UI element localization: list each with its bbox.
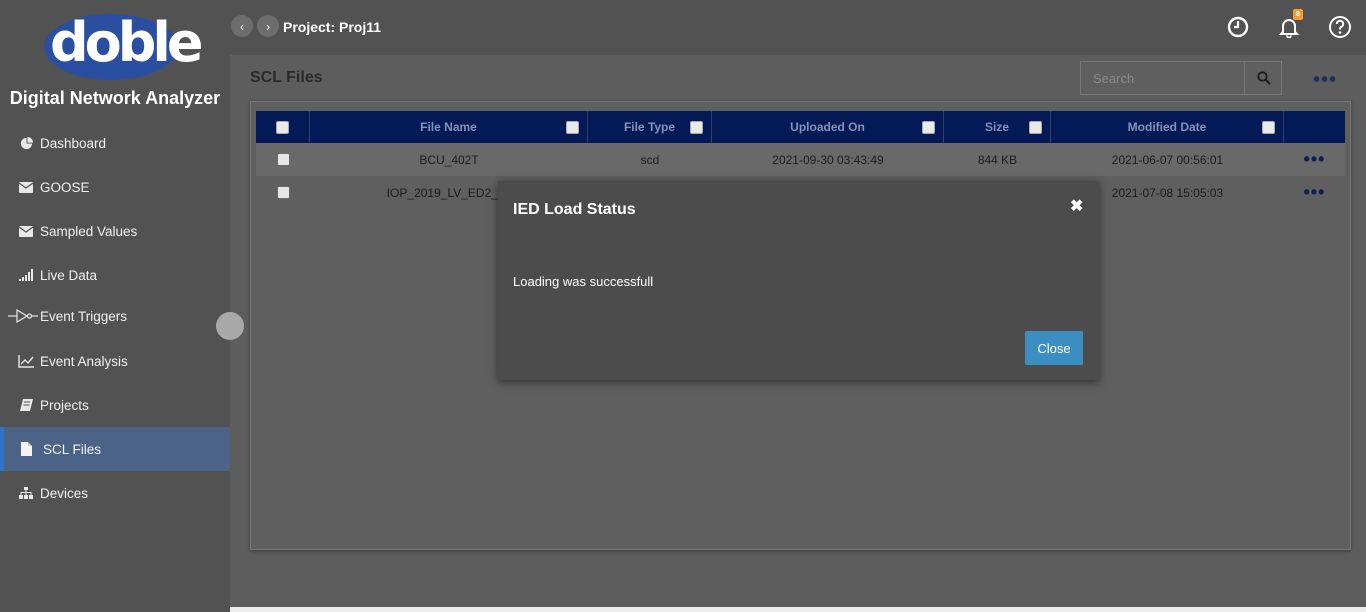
doble-logo: doble ® [44, 11, 204, 80]
sidebar-item-label: Live Data [40, 267, 98, 283]
sidebar-item-label: Devices [40, 485, 89, 501]
cell-modified-date: 2021-06-07 00:56:01 [1111, 152, 1224, 167]
sidebar-item-projects[interactable]: Projects [0, 383, 230, 427]
sidebar-item-sampled-values[interactable]: Sampled Values [0, 209, 230, 253]
search-box [1080, 61, 1282, 95]
book-icon [18, 397, 34, 413]
row-more-button[interactable]: ••• [1284, 176, 1345, 209]
cell-size: 844 KB [977, 152, 1018, 167]
column-checkbox[interactable] [1262, 121, 1275, 134]
sidebar-item-label: Event Analysis [40, 353, 128, 369]
column-header-label: Modified Date [1127, 120, 1207, 134]
sidebar-item-label: GOOSE [40, 179, 90, 195]
row-more-button[interactable]: ••• [1284, 143, 1345, 176]
cell-file-name: BCU_402T [419, 152, 479, 167]
column-header-size[interactable]: Size [944, 111, 1051, 143]
sidebar-drag-handle[interactable] [216, 312, 244, 340]
search-button[interactable] [1245, 62, 1282, 94]
cell-file-type: scd [640, 152, 660, 167]
history-button[interactable] [1225, 14, 1251, 40]
column-header-file-type[interactable]: File Type [588, 111, 712, 143]
search-input[interactable] [1081, 62, 1245, 94]
sidebar-item-label: SCL Files [43, 441, 102, 457]
column-checkbox[interactable] [566, 121, 579, 134]
trigger-gate-icon [8, 308, 38, 324]
logo-text: doble [50, 11, 204, 74]
close-icon[interactable]: ✖ [1070, 196, 1083, 216]
sitemap-icon [18, 485, 34, 501]
top-header: ‹ › Project: Proj11 8 [230, 0, 1366, 55]
sidebar-item-dashboard[interactable]: Dashboard [0, 121, 230, 165]
row-checkbox[interactable] [276, 153, 290, 166]
sidebar-item-devices[interactable]: Devices [0, 471, 230, 515]
bottom-strip [230, 607, 1366, 612]
sidebar-item-event-analysis[interactable]: Event Analysis [0, 339, 230, 383]
envelope-icon [18, 223, 34, 239]
dialog-title: IED Load Status [513, 201, 636, 218]
sidebar-item-label: Dashboard [40, 135, 107, 151]
table-row[interactable]: BCU_402T scd 2021-09-30 03:43:49 844 KB … [256, 143, 1345, 176]
sidebar-item-scl-files[interactable]: SCL Files [0, 427, 230, 471]
dialog-message: Loading was successfull [513, 274, 654, 289]
help-button[interactable] [1327, 14, 1353, 40]
column-header-modified-date[interactable]: Modified Date [1051, 111, 1284, 143]
column-header-uploaded-on[interactable]: Uploaded On [712, 111, 944, 143]
file-icon [18, 441, 34, 457]
line-chart-icon [18, 353, 34, 369]
sidebar-item-label: Projects [40, 397, 89, 413]
sidebar-item-goose[interactable]: GOOSE [0, 165, 230, 209]
column-checkbox[interactable] [1029, 121, 1042, 134]
signal-bars-icon [18, 267, 34, 283]
row-select-cell [256, 143, 310, 176]
column-header-actions [1284, 111, 1345, 143]
row-select-cell [256, 176, 310, 209]
column-header-label: File Name [420, 120, 477, 134]
sidebar: doble ® Digital Network Analyzer Dashboa… [0, 0, 230, 612]
app-title: Digital Network Analyzer [9, 88, 221, 108]
close-button[interactable]: Close [1025, 331, 1083, 365]
cell-uploaded-on: 2021-09-30 03:43:49 [772, 152, 884, 167]
project-title: Project: Proj11 [283, 19, 382, 35]
back-button[interactable]: ‹ [231, 15, 253, 37]
sidebar-item-label: Sampled Values [40, 223, 138, 239]
logo-registered-mark: ® [171, 36, 178, 46]
table-header: File Name File Type Uploaded On Size Mod… [256, 111, 1345, 143]
search-icon [1256, 71, 1271, 85]
notifications-button[interactable]: 8 [1276, 9, 1303, 40]
page-title: SCL Files [250, 69, 323, 86]
forward-button[interactable]: › [257, 15, 279, 37]
column-header-label: File Type [623, 120, 676, 134]
column-checkbox[interactable] [690, 121, 703, 134]
chevron-right-icon: › [265, 18, 271, 34]
chevron-left-icon: ‹ [239, 18, 245, 34]
column-checkbox[interactable] [922, 121, 935, 134]
column-header-label: Uploaded On [790, 120, 865, 134]
row-checkbox[interactable] [276, 186, 290, 199]
sidebar-item-live-data[interactable]: Live Data [0, 253, 230, 297]
notification-badge: 8 [1293, 9, 1303, 20]
column-header-file-name[interactable]: File Name [310, 111, 588, 143]
select-all-checkbox[interactable] [276, 120, 289, 134]
help-icon [1329, 16, 1351, 38]
column-header-label: Size [984, 120, 1009, 134]
clock-icon [1227, 16, 1249, 38]
pie-chart-icon [18, 135, 34, 151]
envelope-icon [18, 179, 34, 195]
sidebar-item-event-triggers[interactable]: Event Triggers [0, 294, 230, 338]
ied-load-status-dialog: IED Load Status ✖ Loading was successful… [498, 181, 1099, 380]
select-all-cell [256, 111, 310, 143]
sidebar-item-label: Event Triggers [40, 308, 128, 324]
page-more-button[interactable]: ••• [1313, 69, 1337, 92]
